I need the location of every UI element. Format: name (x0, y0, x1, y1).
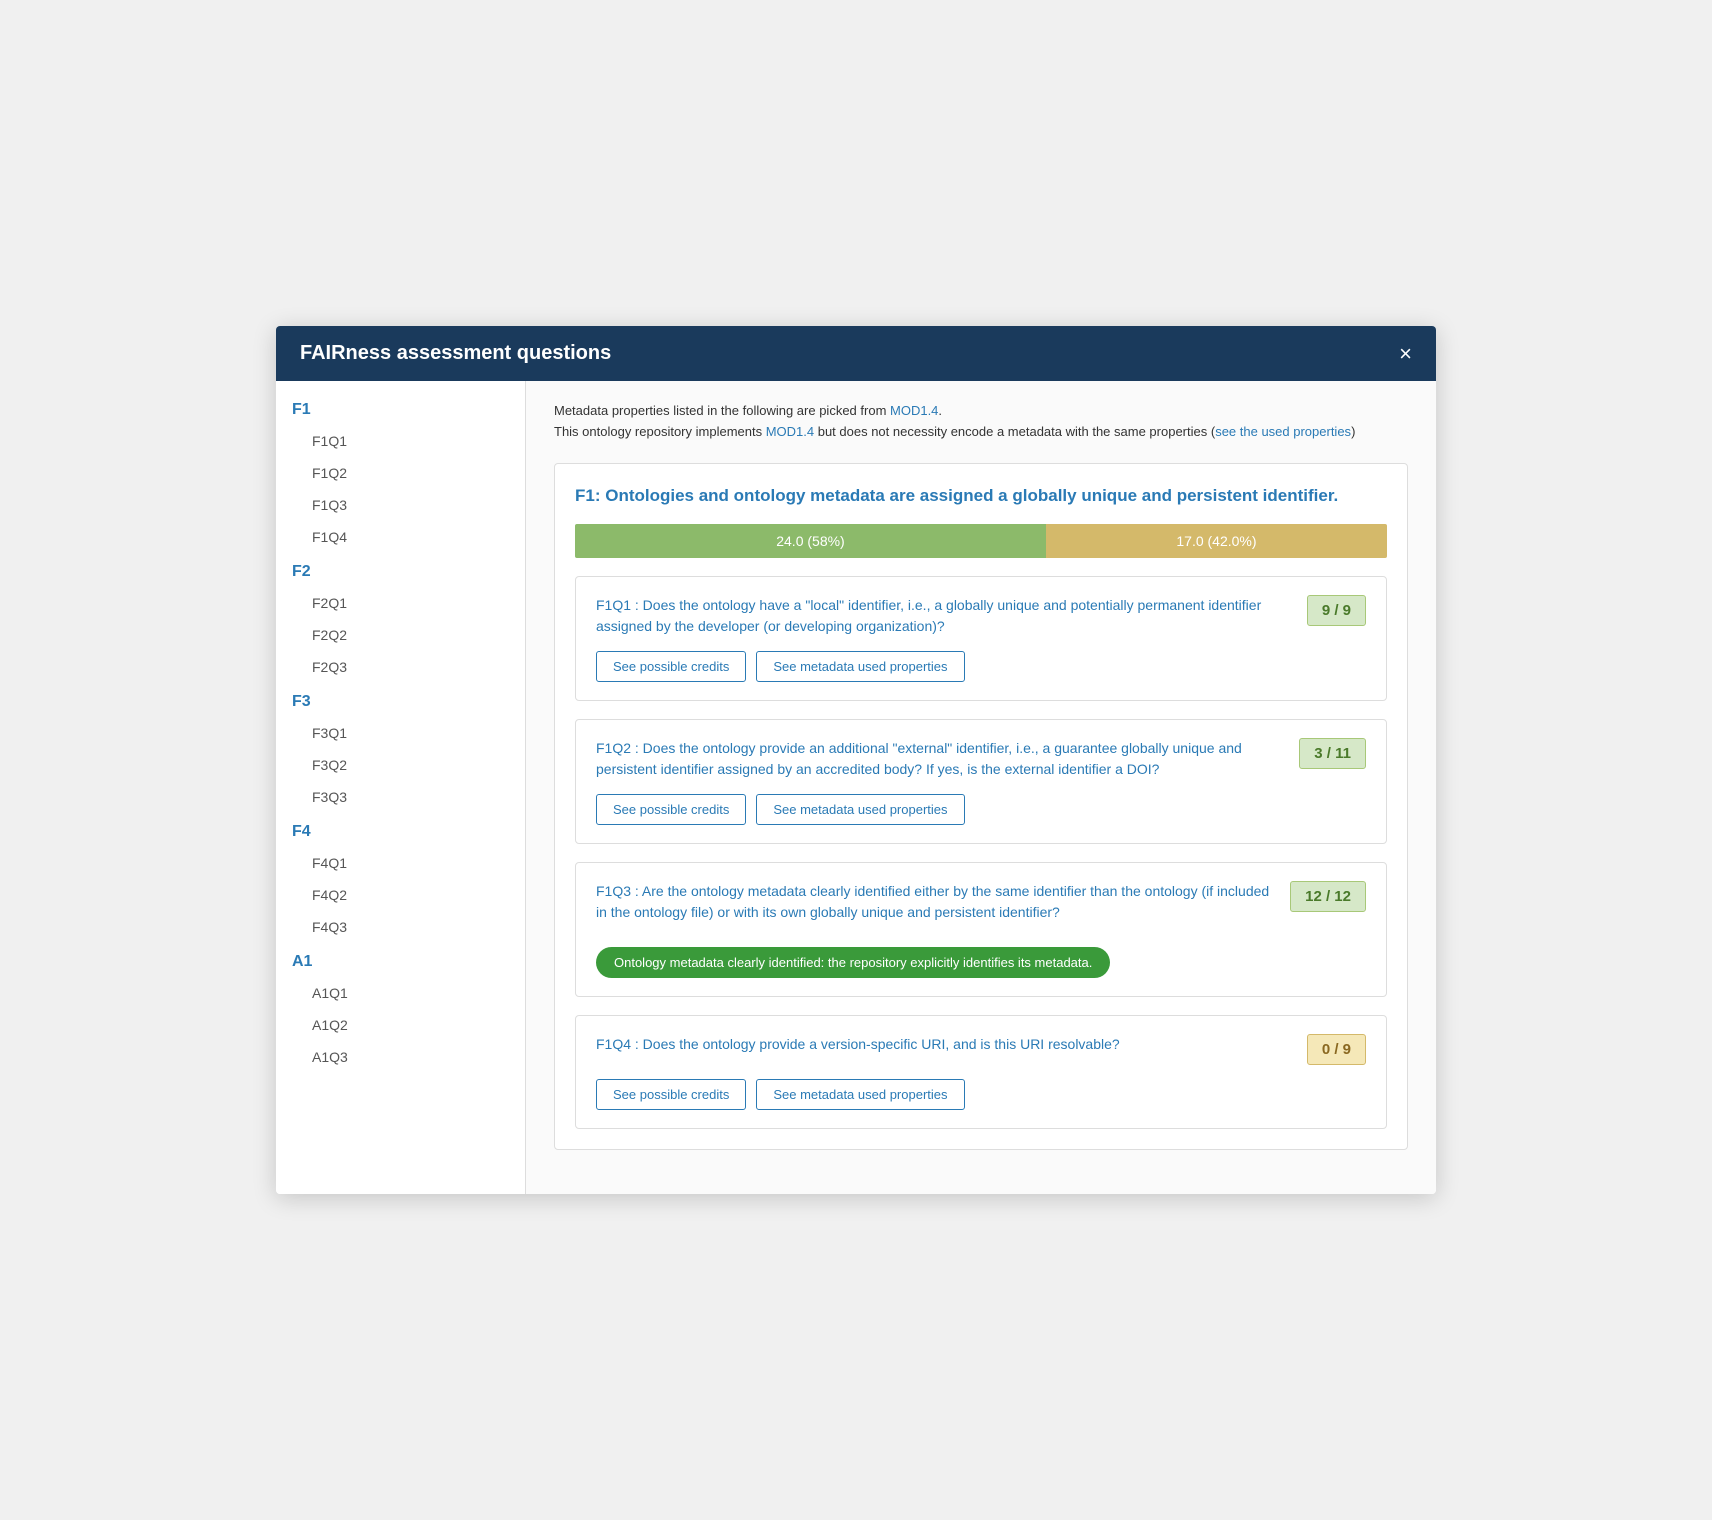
see-metadata-used-props-f1q4[interactable]: See metadata used properties (756, 1079, 964, 1110)
question-card-f1q2: F1Q2 : Does the ontology provide an addi… (575, 719, 1387, 844)
question-buttons-f1q4: See possible credits See metadata used p… (596, 1079, 1366, 1110)
progress-yellow-label: 17.0 (42.0%) (1176, 533, 1256, 549)
question-card-f1q4: F1Q4 : Does the ontology provide a versi… (575, 1015, 1387, 1129)
question-buttons-f1q1: See possible credits See metadata used p… (596, 651, 1366, 682)
question-header-f1q1: F1Q1 : Does the ontology have a "local" … (596, 595, 1366, 637)
intro-line2: This ontology repository implements (554, 424, 766, 439)
used-properties-link[interactable]: see the used properties (1215, 424, 1351, 439)
f1-section-title: F1: Ontologies and ontology metadata are… (575, 484, 1387, 508)
mod-link-2[interactable]: MOD1.4 (766, 424, 814, 439)
f1-section-card: F1: Ontologies and ontology metadata are… (554, 463, 1408, 1150)
sidebar-item-f3q2[interactable]: F3Q2 (276, 749, 525, 781)
intro-section: Metadata properties listed in the follow… (554, 401, 1408, 443)
sidebar-item-f1q2[interactable]: F1Q2 (276, 457, 525, 489)
see-possible-credits-f1q1[interactable]: See possible credits (596, 651, 746, 682)
modal-title: FAIRness assessment questions (300, 342, 611, 365)
sidebar-item-f4q3[interactable]: F4Q3 (276, 911, 525, 943)
modal-header: FAIRness assessment questions × (276, 326, 1436, 381)
score-badge-f1q1: 9 / 9 (1307, 595, 1366, 626)
progress-bar-green: 24.0 (58%) (575, 524, 1046, 558)
sidebar-item-f2q2[interactable]: F2Q2 (276, 619, 525, 651)
sidebar-item-f4q1[interactable]: F4Q1 (276, 847, 525, 879)
sidebar-item-f3[interactable]: F3 (276, 683, 525, 717)
sidebar-item-f4q2[interactable]: F4Q2 (276, 879, 525, 911)
see-possible-credits-f1q2[interactable]: See possible credits (596, 794, 746, 825)
question-text-f1q2: F1Q2 : Does the ontology provide an addi… (596, 738, 1283, 780)
intro-line2b: but does not necessity encode a metadata… (814, 424, 1215, 439)
sidebar-item-a1q2[interactable]: A1Q2 (276, 1009, 525, 1041)
sidebar-item-f3q3[interactable]: F3Q3 (276, 781, 525, 813)
question-text-f1q3: F1Q3 : Are the ontology metadata clearly… (596, 881, 1274, 923)
sidebar-item-f1q3[interactable]: F1Q3 (276, 489, 525, 521)
progress-green-label: 24.0 (58%) (776, 533, 844, 549)
question-buttons-f1q2: See possible credits See metadata used p… (596, 794, 1366, 825)
question-card-f1q3: F1Q3 : Are the ontology metadata clearly… (575, 862, 1387, 997)
question-header-f1q3: F1Q3 : Are the ontology metadata clearly… (596, 881, 1366, 923)
question-header-f1q2: F1Q2 : Does the ontology provide an addi… (596, 738, 1366, 780)
sidebar-item-f1q1[interactable]: F1Q1 (276, 425, 525, 457)
mod-link-1[interactable]: MOD1.4 (890, 403, 938, 418)
question-header-f1q4: F1Q4 : Does the ontology provide a versi… (596, 1034, 1366, 1065)
question-text-f1q4: F1Q4 : Does the ontology provide a versi… (596, 1034, 1291, 1055)
sidebar: F1 F1Q1 F1Q2 F1Q3 F1Q4 F2 F2Q1 F2Q2 F2Q3… (276, 381, 526, 1193)
sidebar-item-a1q1[interactable]: A1Q1 (276, 977, 525, 1009)
see-possible-credits-f1q4[interactable]: See possible credits (596, 1079, 746, 1110)
alert-text-f1q3: Ontology metadata clearly identified: th… (596, 947, 1110, 978)
sidebar-item-f2q1[interactable]: F2Q1 (276, 587, 525, 619)
sidebar-item-f1q4[interactable]: F1Q4 (276, 521, 525, 553)
alert-f1q3: Ontology metadata clearly identified: th… (596, 937, 1366, 978)
question-card-f1q1: F1Q1 : Does the ontology have a "local" … (575, 576, 1387, 701)
see-metadata-used-props-f1q2[interactable]: See metadata used properties (756, 794, 964, 825)
see-metadata-used-props-f1q1[interactable]: See metadata used properties (756, 651, 964, 682)
modal: FAIRness assessment questions × F1 F1Q1 … (276, 326, 1436, 1193)
sidebar-item-f3q1[interactable]: F3Q1 (276, 717, 525, 749)
progress-bar-yellow: 17.0 (42.0%) (1046, 524, 1387, 558)
close-button[interactable]: × (1399, 343, 1412, 365)
intro-line2c: ) (1351, 424, 1355, 439)
question-text-f1q1: F1Q1 : Does the ontology have a "local" … (596, 595, 1291, 637)
sidebar-item-a1[interactable]: A1 (276, 943, 525, 977)
main-content: Metadata properties listed in the follow… (526, 381, 1436, 1193)
modal-body: F1 F1Q1 F1Q2 F1Q3 F1Q4 F2 F2Q1 F2Q2 F2Q3… (276, 381, 1436, 1193)
f1-progress-bar: 24.0 (58%) 17.0 (42.0%) (575, 524, 1387, 558)
sidebar-item-f2[interactable]: F2 (276, 553, 525, 587)
sidebar-item-f1[interactable]: F1 (276, 391, 525, 425)
sidebar-item-a1q3[interactable]: A1Q3 (276, 1041, 525, 1073)
score-badge-f1q3: 12 / 12 (1290, 881, 1366, 912)
sidebar-item-f4[interactable]: F4 (276, 813, 525, 847)
intro-line1: Metadata properties listed in the follow… (554, 403, 890, 418)
score-badge-f1q2: 3 / 11 (1299, 738, 1366, 769)
score-badge-f1q4: 0 / 9 (1307, 1034, 1366, 1065)
sidebar-item-f2q3[interactable]: F2Q3 (276, 651, 525, 683)
